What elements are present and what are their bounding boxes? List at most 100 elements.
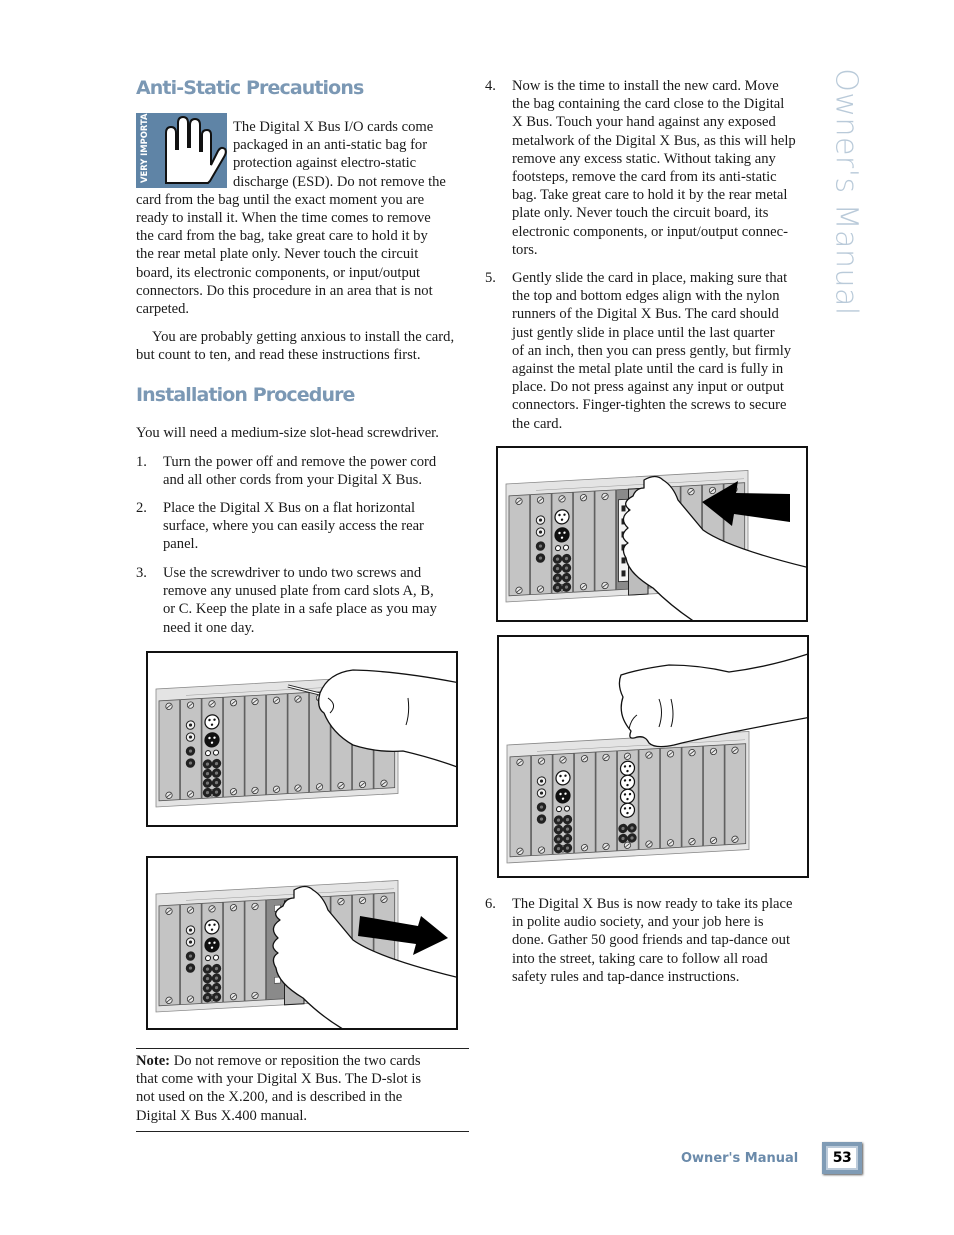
card-slot xyxy=(573,490,595,593)
card-slot xyxy=(574,751,596,854)
step-line: X Bus. Touch your hand against any expos… xyxy=(512,114,776,131)
step-number: 2. xyxy=(136,500,147,516)
card-slot xyxy=(509,755,532,858)
note-box: Note: Do not remove or reposition the tw… xyxy=(136,1048,469,1132)
para-line: card from the bag until the exact moment… xyxy=(136,191,425,208)
xlr-connector-icon xyxy=(619,788,636,804)
step-line: tors. xyxy=(512,241,538,258)
card-slot xyxy=(223,695,245,798)
figure-remove-plate xyxy=(146,856,458,1030)
step-line: place. Do not press against any input or… xyxy=(512,379,784,396)
step-line: Gently slide the card in place, making s… xyxy=(512,270,788,286)
step-line: electronic components, or input/output c… xyxy=(512,223,788,240)
step-3: 3. Use the screwdriver to undo two screw… xyxy=(136,564,470,637)
xlr-connector-icon xyxy=(204,732,220,748)
note-line: Digital X Bus X.400 manual. xyxy=(136,1107,308,1124)
xlr-connector-icon xyxy=(204,919,220,935)
installation-intro: You will need a medium-size slot-head sc… xyxy=(136,425,439,441)
step-line: or C. Keep the plate in a safe place as … xyxy=(163,601,437,618)
anxious-paragraph: You are probably getting anxious to inst… xyxy=(136,328,470,364)
step-line: metalwork of the Digital X Bus, as this … xyxy=(512,132,796,149)
xlr-connector-icon xyxy=(554,509,570,525)
para-line: discharge (ESD). Do not remove the xyxy=(233,173,446,190)
anti-static-paragraph: The Digital X Bus I/O cards come package… xyxy=(136,118,470,318)
card-slot xyxy=(244,694,267,797)
hand-icon xyxy=(618,653,807,748)
step-line: need it one day. xyxy=(163,619,255,636)
card-slot xyxy=(158,699,181,802)
footer-label: Owner's Manual xyxy=(681,1151,799,1166)
rear-panel-illustration xyxy=(506,653,807,864)
xlr-connector-icon xyxy=(554,527,570,543)
step-line: surface, where you can easily access the… xyxy=(163,518,424,535)
step-6: 6. The Digital X Bus is now ready to tak… xyxy=(485,895,819,986)
step-number: 5. xyxy=(485,270,496,286)
step-number: 6. xyxy=(485,896,496,912)
page-number: 53 xyxy=(822,1142,862,1174)
card-slot xyxy=(287,692,310,795)
step-line: footsteps, remove the card from its anti… xyxy=(512,169,777,186)
note-line: Do not remove or reposition the two card… xyxy=(170,1053,421,1069)
para-line: connectors. Do this procedure in an area… xyxy=(136,282,433,299)
step-line: Turn the power off and remove the power … xyxy=(163,454,437,470)
card-slot xyxy=(266,693,288,796)
rear-panel-illustration xyxy=(155,669,456,808)
step-line: remove any excess static. Without taking… xyxy=(512,150,776,167)
anti-static-heading: Anti-Static Precautions xyxy=(136,77,364,99)
xlr-connector-icon xyxy=(204,714,220,730)
card-slot xyxy=(660,746,682,849)
step-5: 5. Gently slide the card in place, makin… xyxy=(485,269,819,433)
step-line: The Digital X Bus is now ready to take i… xyxy=(512,896,793,912)
step-line: connectors. Finger-tighten the screws to… xyxy=(512,397,787,414)
card-slot xyxy=(595,750,618,853)
step-line: panel. xyxy=(163,536,199,553)
card-slot xyxy=(724,743,747,846)
para-line: ready to install it. When the time comes… xyxy=(136,210,431,227)
step-line: and all other cords from your Digital X … xyxy=(163,472,422,489)
step-number: 1. xyxy=(136,454,147,470)
card-slot xyxy=(244,899,267,1002)
para-line: protection against electro-static xyxy=(233,155,417,172)
step-line: plate only. Never touch the circuit boar… xyxy=(512,205,769,222)
card-slot xyxy=(223,900,245,1003)
step-number: 3. xyxy=(136,565,147,581)
step-line: into the street, taking care to follow a… xyxy=(512,950,768,967)
step-line: the card. xyxy=(512,415,563,432)
para-line: board, its electronic components, or inp… xyxy=(136,264,421,281)
para-line: carpeted. xyxy=(136,301,190,318)
xlr-connector-icon xyxy=(619,760,636,776)
figure-insert-card xyxy=(496,446,808,622)
step-line: Place the Digital X Bus on a flat horizo… xyxy=(163,500,416,516)
step-line: Now is the time to install the new card.… xyxy=(512,78,779,94)
card-slot xyxy=(594,489,617,592)
step-line: bag. Take great care to hold it by the r… xyxy=(512,187,788,204)
step-line: Use the screwdriver to undo two screws a… xyxy=(163,565,422,581)
card-slot xyxy=(703,744,725,847)
step-line: safety rules and tap-dance instructions. xyxy=(512,968,740,985)
step-line: remove any unused plate from card slots … xyxy=(163,583,434,600)
para-line: the card from the bag, take great care t… xyxy=(136,228,428,245)
step-line: in polite audio society, and your job he… xyxy=(512,914,764,931)
figure-unscrew-plate xyxy=(146,651,458,827)
step-1: 1. Turn the power off and remove the pow… xyxy=(136,453,470,489)
xlr-connector-icon xyxy=(204,937,220,953)
step-line: runners of the Digital X Bus. The card s… xyxy=(512,306,779,323)
para-line: The Digital X Bus I/O cards come xyxy=(233,119,434,135)
step-line: just gently slide in place until the las… xyxy=(512,324,775,341)
step-line: against the metal plate until the card i… xyxy=(512,361,784,378)
step-2: 2. Place the Digital X Bus on a flat hor… xyxy=(136,499,470,554)
figure-tighten-screws xyxy=(497,635,809,878)
xlr-connector-icon xyxy=(619,774,636,790)
rear-panel xyxy=(506,731,750,864)
card-slot xyxy=(508,494,531,597)
para-line: the rear metal plate only. Never touch t… xyxy=(136,246,419,263)
note-line: not used on the X.200, and is described … xyxy=(136,1089,403,1106)
note-label: Note: xyxy=(136,1053,171,1069)
card-slot xyxy=(681,745,704,848)
step-line: the top and bottom edges align with the … xyxy=(512,288,780,305)
para-line: but count to ten, and read these instruc… xyxy=(136,347,421,364)
rear-panel-illustration xyxy=(505,470,806,620)
card-slot xyxy=(638,748,661,851)
step-4: 4. Now is the time to install the new ca… xyxy=(485,77,819,259)
xlr-connector-icon xyxy=(555,770,571,786)
